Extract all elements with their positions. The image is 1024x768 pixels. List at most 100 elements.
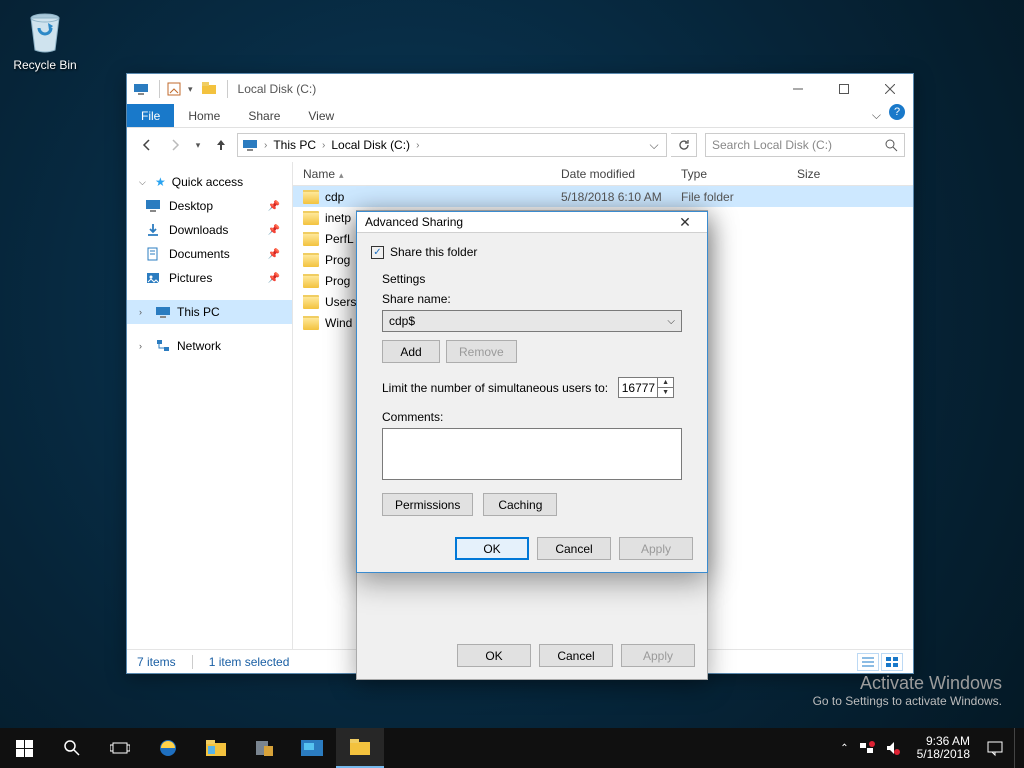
col-type[interactable]: Type — [671, 167, 787, 181]
advanced-sharing-dialog: Advanced Sharing ✕ ✓ Share this folder S… — [356, 211, 708, 573]
forward-button[interactable] — [163, 133, 187, 157]
spin-down-icon[interactable]: ▼ — [658, 387, 673, 397]
view-large-icon[interactable] — [881, 653, 903, 671]
status-selected: 1 item selected — [209, 655, 290, 669]
help-icon[interactable]: ? — [889, 104, 905, 120]
pin-icon: 📌 — [268, 273, 280, 284]
search-icon — [884, 138, 898, 152]
props-ok-button[interactable]: OK — [457, 644, 531, 667]
folder-icon — [303, 295, 319, 309]
minimize-button[interactable] — [775, 75, 821, 103]
nav-pictures[interactable]: Pictures📌 — [127, 266, 292, 290]
maximize-button[interactable] — [821, 75, 867, 103]
adv-apply-button[interactable]: Apply — [619, 537, 693, 560]
dialog-titlebar[interactable]: Advanced Sharing ✕ — [357, 212, 707, 233]
col-size[interactable]: Size — [787, 167, 867, 181]
tray-network-icon[interactable] — [859, 740, 875, 756]
view-details-icon[interactable] — [857, 653, 879, 671]
pin-icon: 📌 — [268, 225, 280, 236]
ribbon-expand-icon[interactable]: ⌵ — [864, 104, 889, 127]
search-input[interactable]: Search Local Disk (C:) — [705, 133, 905, 157]
chevron-right-icon[interactable]: › — [264, 140, 267, 151]
tray-up-icon[interactable]: ⌃ — [840, 743, 848, 754]
caching-button[interactable]: Caching — [483, 493, 557, 516]
nav-quick-access[interactable]: ⌵★Quick access — [127, 170, 292, 194]
spin-up-icon[interactable]: ▲ — [658, 378, 673, 387]
pc-icon — [242, 137, 258, 153]
task-view-button[interactable] — [96, 728, 144, 768]
props-cancel-button[interactable]: Cancel — [539, 644, 613, 667]
remove-button[interactable]: Remove — [446, 340, 517, 363]
settings-label: Settings — [382, 272, 682, 286]
up-button[interactable] — [209, 133, 233, 157]
taskbar-app[interactable] — [288, 728, 336, 768]
taskbar-server-manager[interactable] — [240, 728, 288, 768]
qat-dropdown-icon[interactable]: ▾ — [188, 84, 193, 95]
system-tray: ⌃ 9:36 AM 5/18/2018 — [840, 728, 1024, 768]
share-name-combo[interactable]: cdp$ ⌵ — [382, 310, 682, 332]
nav-toolbar: ▾ › This PC › Local Disk (C:) › ⌵ Search… — [127, 128, 913, 162]
show-desktop-button[interactable] — [1014, 728, 1020, 768]
folder-icon — [303, 211, 319, 225]
folder-icon — [303, 232, 319, 246]
chevron-right-icon[interactable]: › — [322, 140, 325, 151]
refresh-button[interactable] — [671, 133, 697, 157]
dialog-close-button[interactable]: ✕ — [671, 214, 699, 231]
qat-properties-icon[interactable] — [166, 81, 182, 97]
props-apply-button[interactable]: Apply — [621, 644, 695, 667]
comments-label: Comments: — [382, 410, 682, 424]
status-count: 7 items — [137, 655, 176, 669]
add-button[interactable]: Add — [382, 340, 440, 363]
address-dropdown-icon[interactable]: ⌵ — [646, 138, 662, 153]
taskbar-explorer-active[interactable] — [336, 728, 384, 768]
nav-desktop[interactable]: Desktop📌 — [127, 194, 292, 218]
taskbar-explorer[interactable] — [192, 728, 240, 768]
limit-input[interactable] — [619, 381, 657, 395]
limit-spinner[interactable]: ▲▼ — [618, 377, 674, 398]
crumb-drive[interactable]: Local Disk (C:) — [331, 138, 410, 152]
taskbar: ⌃ 9:36 AM 5/18/2018 — [0, 728, 1024, 768]
close-button[interactable] — [867, 75, 913, 103]
search-button[interactable] — [48, 728, 96, 768]
nav-this-pc[interactable]: ›This PC — [127, 300, 292, 324]
tray-clock[interactable]: 9:36 AM 5/18/2018 — [911, 735, 976, 761]
permissions-button[interactable]: Permissions — [382, 493, 473, 516]
chevron-right-icon[interactable]: › — [416, 140, 419, 151]
folder-icon — [303, 253, 319, 267]
titlebar[interactable]: ▾ Local Disk (C:) — [127, 74, 913, 104]
share-folder-checkbox[interactable]: ✓ Share this folder — [371, 245, 693, 259]
nav-documents[interactable]: Documents📌 — [127, 242, 292, 266]
nav-downloads[interactable]: Downloads📌 — [127, 218, 292, 242]
taskbar-ie[interactable] — [144, 728, 192, 768]
recycle-bin[interactable]: Recycle Bin — [8, 4, 82, 72]
address-bar[interactable]: › This PC › Local Disk (C:) › ⌵ — [237, 133, 667, 157]
adv-ok-button[interactable]: OK — [455, 537, 529, 560]
file-row[interactable]: cdp5/18/2018 6:10 AMFile folder — [293, 186, 913, 207]
tab-view[interactable]: View — [294, 104, 348, 127]
col-name[interactable]: Name▴ — [293, 167, 551, 181]
tray-volume-icon[interactable] — [885, 740, 901, 756]
crumb-this-pc[interactable]: This PC — [273, 138, 316, 152]
col-date[interactable]: Date modified — [551, 167, 671, 181]
navigation-pane: ⌵★Quick access Desktop📌 Downloads📌 Docum… — [127, 162, 293, 649]
adv-cancel-button[interactable]: Cancel — [537, 537, 611, 560]
pin-icon: 📌 — [268, 201, 280, 212]
recent-dropdown-icon[interactable]: ▾ — [191, 133, 205, 157]
folder-icon — [303, 274, 319, 288]
share-name-label: Share name: — [382, 292, 682, 306]
downloads-icon — [145, 222, 161, 238]
share-name-value: cdp$ — [389, 314, 415, 328]
start-button[interactable] — [0, 728, 48, 768]
pin-icon: 📌 — [268, 249, 280, 260]
tab-file[interactable]: File — [127, 104, 174, 127]
comments-input[interactable] — [382, 428, 682, 480]
notifications-icon[interactable] — [986, 739, 1004, 757]
dialog-title: Advanced Sharing — [365, 215, 463, 229]
tab-share[interactable]: Share — [234, 104, 294, 127]
tab-home[interactable]: Home — [174, 104, 234, 127]
folder-icon — [303, 190, 319, 204]
back-button[interactable] — [135, 133, 159, 157]
nav-network[interactable]: ›Network — [127, 334, 292, 358]
sort-asc-icon: ▴ — [339, 170, 344, 180]
desktop-icon — [145, 198, 161, 214]
